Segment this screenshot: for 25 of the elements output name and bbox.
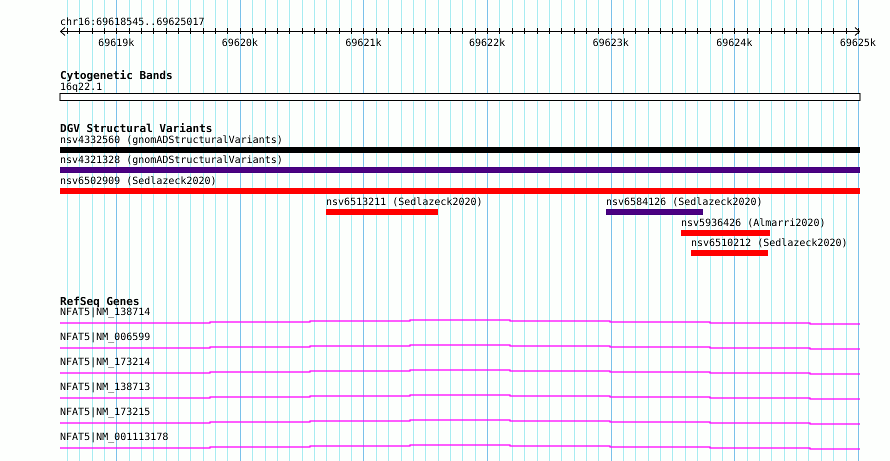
gene-label: NFAT5|NM_006599 (60, 332, 150, 343)
gene-label: NFAT5|NM_173215 (60, 407, 150, 418)
ruler-label: 69622k (469, 38, 506, 49)
variant-label: nsv4332560 (gnomADStructuralVariants) (60, 135, 283, 146)
ruler-label: 69624k (716, 38, 752, 49)
ruler-label: 69619k (98, 38, 134, 49)
variant-label: nsv6510212 (Sedlazeck2020) (691, 238, 848, 249)
track-title: Cytogenetic Bands (60, 69, 173, 82)
track-title: DGV Structural Variants (60, 122, 212, 135)
gene-label: NFAT5|NM_138714 (60, 307, 150, 318)
band-label: 16q22.1 (60, 82, 102, 93)
variant-label: nsv5936426 (Almarri2020) (681, 218, 826, 229)
variant-label: nsv4321328 (gnomADStructuralVariants) (60, 155, 283, 166)
region-title: chr16:69618545..69625017 (60, 17, 204, 28)
gene-label: NFAT5|NM_001113178 (60, 432, 168, 443)
variant-label: nsv6513211 (Sedlazeck2020) (326, 197, 483, 208)
gene-label: NFAT5|NM_138713 (60, 382, 150, 393)
variant-label: nsv6584126 (Sedlazeck2020) (606, 197, 763, 208)
ruler-label: 69625k (840, 38, 876, 49)
ruler-label: 69621k (345, 38, 382, 49)
gene-label: NFAT5|NM_173214 (60, 357, 150, 368)
track-title: RefSeq Genes (60, 295, 140, 308)
variant-label: nsv6502909 (Sedlazeck2020) (60, 176, 217, 187)
ruler-label: 69623k (592, 38, 629, 49)
ruler-label: 69620k (222, 38, 258, 49)
